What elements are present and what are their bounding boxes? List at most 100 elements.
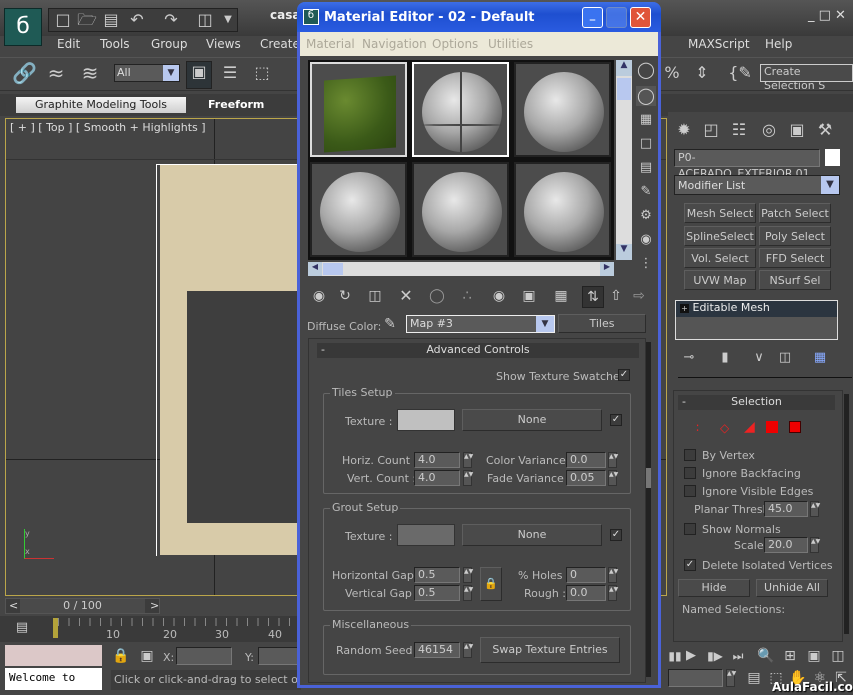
show-end-result-icon[interactable]: ▮ [716, 348, 734, 368]
unhide-all-button[interactable]: Unhide All [756, 579, 828, 597]
planar-thresh-input[interactable]: 45.0 [764, 501, 808, 517]
menu-help[interactable]: Help [765, 37, 792, 51]
hide-button[interactable]: Hide [678, 579, 750, 597]
menu-tools[interactable]: Tools [100, 37, 130, 51]
modifier-uvw-map-button[interactable]: UVW Map [684, 270, 756, 290]
scroll-right-icon[interactable]: ▶ [600, 262, 614, 276]
menu-maxscript[interactable]: MAXScript [688, 37, 750, 51]
sample-slot-5[interactable] [412, 162, 509, 257]
map-name-dropdown[interactable]: Map #3 ▼ [406, 315, 555, 333]
x-coordinate-input[interactable] [176, 647, 232, 665]
y-coordinate-input[interactable] [258, 647, 298, 665]
window-controls[interactable]: _ □ ✕ [808, 8, 846, 23]
sample-slot-1[interactable] [310, 62, 407, 157]
hierarchy-tab-icon[interactable]: ☷ [728, 120, 750, 140]
vert-count-input[interactable]: 4.0 [414, 470, 460, 486]
modify-tab-icon[interactable]: ◰ [700, 120, 722, 140]
zoom-extents-all-icon[interactable]: ◫ [828, 646, 848, 666]
material-id-channel-icon[interactable]: ▣ [518, 286, 540, 306]
modifier-spline-select-button[interactable]: SplineSelect [684, 226, 756, 246]
grout-texture-map-button[interactable]: None [462, 524, 602, 546]
horiz-count-input[interactable]: 4.0 [414, 452, 460, 468]
vertex-subobject-icon[interactable]: ∶ [696, 421, 699, 435]
material-map-navigator-icon[interactable]: ⋮ [636, 254, 656, 274]
sample-type-icon[interactable]: ◯ [636, 60, 656, 80]
by-vertex-checkbox[interactable] [684, 449, 696, 461]
holes-input[interactable]: 0 [566, 567, 606, 583]
selection-rollout-header[interactable]: - Selection [678, 395, 835, 410]
menu-utilities[interactable]: Utilities [488, 37, 533, 51]
background-icon[interactable]: ▦ [636, 110, 656, 130]
next-frame-icon[interactable]: ▮▶ [706, 646, 724, 666]
percent-snap-icon[interactable]: % [660, 63, 684, 83]
scroll-thumb[interactable] [323, 263, 343, 275]
color-variance-input[interactable]: 0.0 [566, 452, 606, 468]
video-color-check-icon[interactable]: ▤ [636, 158, 656, 178]
sample-slot-4[interactable] [310, 162, 407, 257]
modifier-ffd-select-button[interactable]: FFD Select [759, 248, 831, 268]
minimize-button[interactable]: _ [582, 7, 603, 28]
modifier-list-dropdown[interactable]: Modifier List ▼ [674, 175, 840, 195]
map-type-button[interactable]: Tiles [558, 314, 646, 333]
panel-scrollbar[interactable] [844, 394, 849, 634]
modifier-mesh-select-button[interactable]: Mesh Select [684, 203, 756, 223]
edge-subobject-icon[interactable]: ◇ [720, 421, 729, 435]
go-to-parent-icon[interactable]: ⇧ [605, 286, 627, 306]
menu-navigation[interactable]: Navigation [362, 37, 427, 51]
tiles-texture-enable-checkbox[interactable]: ✓ [610, 414, 622, 426]
bind-spacewarp-icon[interactable]: ≋ [78, 63, 102, 83]
tab-graphite-modeling-tools[interactable]: Graphite Modeling Tools [16, 97, 186, 113]
maxscript-output[interactable]: Welcome to [5, 668, 102, 690]
zoom-extents-icon[interactable]: ▣ [804, 646, 824, 666]
holes-spinner[interactable]: ▲▼ [608, 567, 618, 583]
fade-variance-input[interactable]: 0.05 [566, 470, 606, 486]
tiles-texture-color[interactable] [397, 409, 455, 431]
named-selection-input[interactable]: Create Selection S [760, 64, 853, 92]
fade-variance-spinner[interactable]: ▲▼ [608, 470, 618, 486]
delete-isolated-checkbox[interactable]: ✓ [684, 559, 696, 571]
menu-edit[interactable]: Edit [57, 37, 80, 51]
backlight-icon[interactable]: ◯ [636, 86, 656, 106]
material-editor-title-bar[interactable]: б Material Editor - 02 - Default _ ✕ [297, 2, 661, 32]
menu-group[interactable]: Group [151, 37, 188, 51]
grout-texture-enable-checkbox[interactable]: ✓ [610, 529, 622, 541]
remove-modifier-icon[interactable]: ◫ [776, 348, 794, 368]
dropdown-icon[interactable]: ▼ [221, 10, 235, 30]
lock-gap-symmetry-button[interactable]: 🔒 [480, 567, 502, 601]
utilities-tab-icon[interactable]: ⚒ [814, 120, 836, 140]
selection-filter-dropdown[interactable]: All ▼ [114, 64, 180, 82]
go-forward-to-sibling-icon[interactable]: ⇨ [628, 286, 650, 306]
object-color-swatch[interactable] [825, 149, 840, 166]
time-slider[interactable]: < 0 / 100 > [5, 598, 160, 614]
rough-spinner[interactable]: ▲▼ [608, 585, 618, 601]
vertical-gap-input[interactable]: 0.5 [414, 585, 460, 601]
new-file-icon[interactable]: □ [53, 10, 73, 30]
time-config-icon[interactable]: ▤ [744, 668, 764, 688]
assign-material-icon[interactable]: ◫ [364, 286, 386, 306]
create-tab-icon[interactable]: ✹ [673, 120, 695, 140]
get-material-icon[interactable]: ◉ [308, 286, 330, 306]
viewport-label[interactable]: [ + ] [ Top ] [ Smooth + Highlights ] [10, 121, 206, 134]
scroll-left-icon[interactable]: ◀ [308, 262, 322, 276]
save-icon[interactable]: ▤ [101, 10, 121, 30]
prev-key-icon[interactable]: ▮▮ [668, 646, 682, 666]
show-normals-checkbox[interactable] [684, 523, 696, 535]
menu-views[interactable]: Views [206, 37, 241, 51]
color-variance-spinner[interactable]: ▲▼ [608, 452, 618, 468]
time-slider-thumb[interactable]: 0 / 100 [20, 599, 145, 613]
sample-slots-vscroll[interactable]: ▲ ▼ [616, 60, 632, 260]
rectangular-selection-icon[interactable]: ⬚ [250, 63, 274, 83]
menu-create[interactable]: Create [260, 37, 300, 51]
sample-slots-hscroll[interactable]: ◀ ▶ [308, 262, 614, 276]
vert-count-spinner[interactable]: ▲▼ [463, 470, 473, 486]
eyedropper-icon[interactable]: ✎ [380, 314, 400, 334]
make-copy-icon[interactable]: ◯ [426, 286, 448, 306]
current-frame-input[interactable] [668, 669, 723, 687]
sample-slot-3[interactable] [514, 62, 611, 157]
modifier-patch-select-button[interactable]: Patch Select [759, 203, 831, 223]
horizontal-gap-input[interactable]: 0.5 [414, 567, 460, 583]
menu-options[interactable]: Options [432, 37, 478, 51]
put-to-library-icon[interactable]: ◉ [488, 286, 510, 306]
redo-icon[interactable]: ↷ [161, 10, 181, 30]
vertical-gap-spinner[interactable]: ▲▼ [463, 585, 473, 601]
